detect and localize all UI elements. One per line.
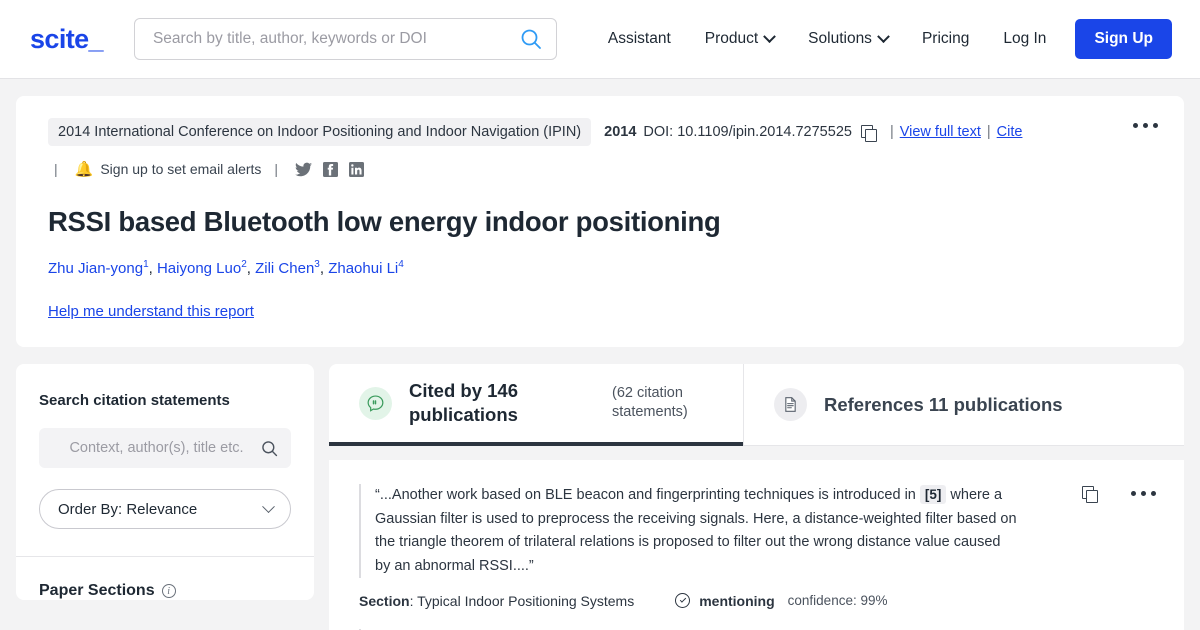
statement-meta: Section: Typical Indoor Positioning Syst… [359, 593, 1162, 609]
nav-label: Product [704, 30, 759, 47]
journal-badge[interactable]: 2014 International Conference on Indoor … [48, 118, 592, 146]
author-name: Zhu Jian-yong [48, 259, 144, 277]
statement-text: “...Another work based on BLE beacon and… [359, 484, 1019, 578]
tab-references[interactable]: References 11 publications [743, 364, 1184, 447]
tab-sublabel: (62 citation statements) [612, 385, 688, 421]
chevron-down-icon [877, 29, 890, 43]
paper-meta-row: 2014 International Conference on Indoor … [48, 118, 1160, 146]
author-name: Zhaohui Li [328, 259, 399, 277]
citation-search[interactable] [39, 428, 291, 469]
document-icon [774, 388, 807, 422]
dot [1151, 491, 1156, 497]
paper-header-card: 2014 International Conference on Indoor … [16, 96, 1184, 348]
order-by-dropdown[interactable]: Order By: Relevance [39, 489, 291, 530]
status-badge: mentioning [699, 592, 775, 609]
sidebar-divider [16, 556, 314, 558]
quote-before: “...Another work based on BLE beacon and… [375, 487, 920, 504]
main-column: Cited by 146 publications (62 citation s… [329, 364, 1184, 630]
section-label: Section [359, 592, 410, 609]
paper-sections-heading: Paper Sections i [39, 582, 291, 600]
check-circle-icon [675, 593, 691, 609]
author-list: Zhu Jian-yong1, Haiyong Luo2, Zili Chen3… [48, 257, 1160, 281]
citation-statement: “...Another work based on BLE beacon and… [329, 484, 1184, 609]
global-search[interactable] [133, 18, 557, 60]
chevron-down-icon [763, 29, 777, 43]
nav-item-solutions[interactable]: Solutions [791, 22, 905, 56]
linkedin-icon[interactable] [349, 161, 365, 177]
search-icon[interactable] [261, 440, 278, 457]
author-link[interactable]: Haiyong Luo2 [156, 259, 247, 277]
copy-doi-icon[interactable] [860, 124, 877, 142]
author-link[interactable]: Zhu Jian-yong1 [48, 259, 149, 277]
author-separator: , [246, 259, 256, 277]
tab-label: Cited by 146 publications [409, 380, 518, 426]
page-title: RSSI based Bluetooth low energy indoor p… [48, 206, 721, 237]
order-by-label: Order By: Relevance [58, 500, 198, 518]
copy-statement-icon[interactable] [1082, 486, 1098, 504]
nav-item-product[interactable]: Product [688, 22, 791, 56]
nav-label: Log In [1003, 30, 1047, 47]
author-name: Haiyong Luo [156, 259, 242, 277]
doi-label: DOI: 10.1109/ipin.2014.7275525 [643, 124, 852, 140]
statement-more-options-button[interactable] [1127, 487, 1160, 500]
nav-item-login[interactable]: Log In [986, 22, 1063, 56]
quote-bubble-icon [359, 386, 392, 420]
author-separator: , [148, 259, 157, 277]
meta-separator: | [986, 124, 991, 140]
scite-logo[interactable]: scite_ [30, 24, 104, 55]
sidebar-heading: Search citation statements [39, 392, 230, 410]
search-input[interactable] [152, 30, 520, 48]
dot [1133, 123, 1138, 128]
facebook-icon[interactable] [323, 161, 339, 177]
email-alerts-label[interactable]: Sign up to set email alerts [100, 161, 261, 177]
bell-icon[interactable]: 🔔 [75, 160, 94, 178]
dot [1143, 123, 1148, 128]
publication-year: 2014 [604, 124, 637, 140]
dot [1153, 123, 1158, 128]
chevron-down-icon [262, 499, 275, 513]
sidebar: Search citation statements Order By: Rel… [16, 364, 314, 601]
main-nav: Assistant Product Solutions Pricing Log … [591, 19, 1172, 59]
author-link[interactable]: Zili Chen3 [255, 259, 320, 277]
paper-more-options-button[interactable] [1129, 119, 1162, 132]
search-icon[interactable] [520, 28, 542, 50]
author-separator: , [319, 259, 329, 277]
author-name: Zili Chen [255, 259, 315, 277]
citation-search-input[interactable] [52, 440, 261, 457]
tab-label: References 11 publications [824, 393, 1063, 415]
author-link[interactable]: Zhaohui Li4 [328, 258, 404, 277]
dot [1141, 491, 1146, 497]
meta-separator: | [889, 124, 894, 140]
section-value: : Typical Indoor Positioning Systems [409, 592, 635, 609]
twitter-icon[interactable] [295, 162, 313, 177]
help-understand-report-link[interactable]: Help me understand this report [48, 303, 254, 320]
paper-sections-label: Paper Sections [39, 582, 155, 600]
alerts-separator: | [274, 161, 279, 177]
statement-actions [1073, 486, 1160, 504]
nav-label: Pricing [921, 30, 970, 47]
content-area: Search citation statements Order By: Rel… [16, 364, 1184, 630]
cite-link[interactable]: Cite [997, 124, 1023, 140]
info-icon[interactable]: i [161, 584, 176, 599]
dot [1131, 491, 1136, 497]
view-full-text-link[interactable]: View full text [900, 124, 981, 140]
nav-item-pricing[interactable]: Pricing [905, 22, 986, 56]
author-affiliation: 4 [398, 258, 404, 270]
site-header: scite_ Assistant Product Solutions Prici… [0, 0, 1200, 79]
citation-statements-list: “...Another work based on BLE beacon and… [329, 460, 1184, 630]
confidence-label: confidence: 99% [787, 593, 888, 609]
nav-label: Assistant [607, 30, 671, 47]
email-alerts-row: | 🔔 Sign up to set email alerts | [48, 160, 1160, 178]
tab-bar: Cited by 146 publications (62 citation s… [329, 364, 1184, 447]
sign-up-button[interactable]: Sign Up [1075, 19, 1172, 59]
tab-cited-by[interactable]: Cited by 146 publications (62 citation s… [329, 364, 743, 447]
nav-label: Solutions [808, 30, 872, 47]
alerts-separator: | [54, 161, 58, 177]
reference-marker[interactable]: [5] [919, 485, 947, 505]
nav-item-assistant[interactable]: Assistant [591, 22, 688, 56]
